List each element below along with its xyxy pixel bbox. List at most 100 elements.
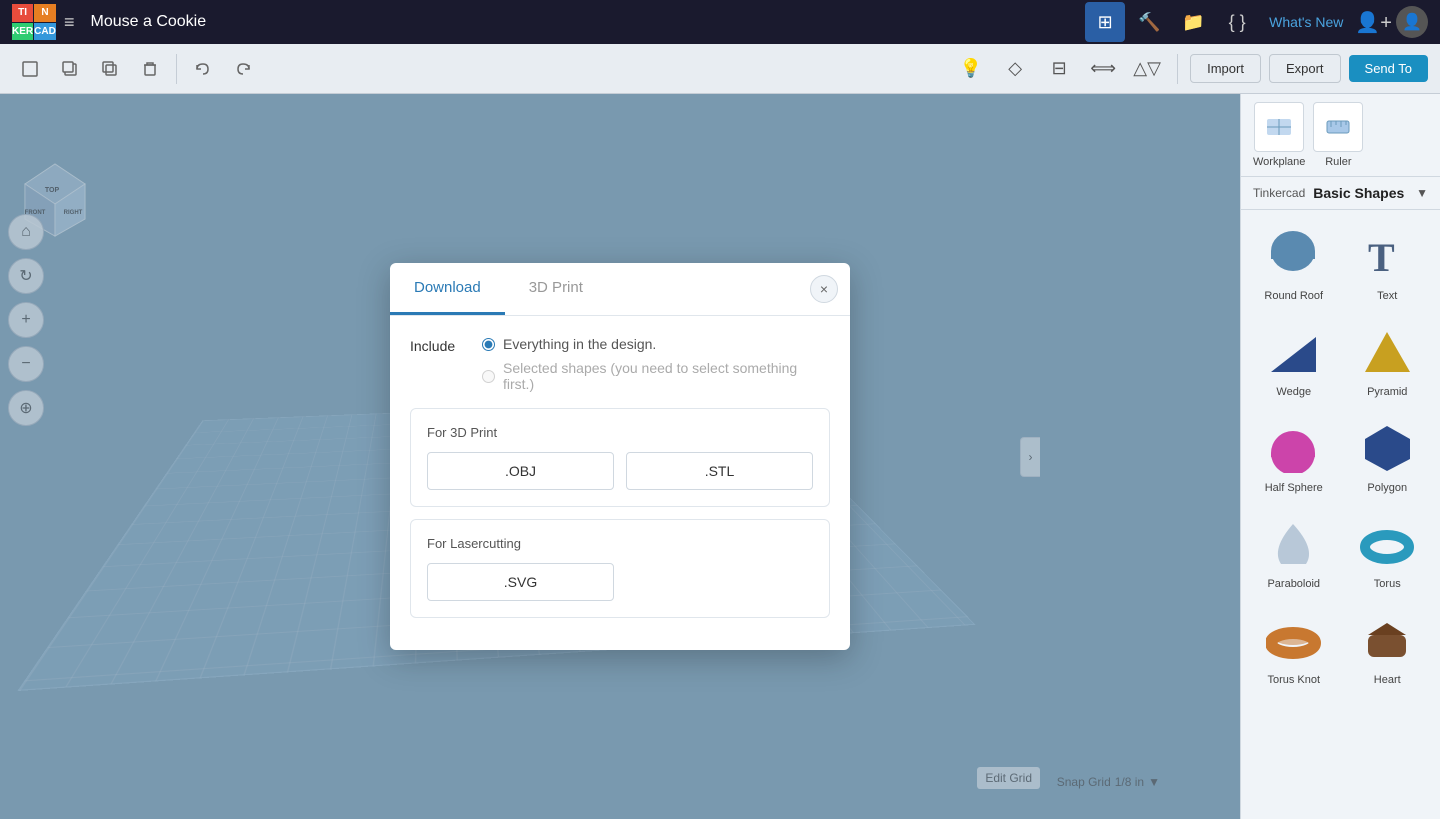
hammer-icon[interactable]: 🔨 xyxy=(1129,2,1169,42)
shape-text[interactable]: T Text xyxy=(1343,218,1433,310)
mirror-button[interactable]: ⟺ xyxy=(1085,51,1121,87)
radio-options: Everything in the design. Selected shape… xyxy=(482,336,830,392)
toolbar: 💡 ◇ ⊟ ⟺ △▽ Import Export Send To xyxy=(0,44,1440,94)
right-panel-header: Tinkercad Basic Shapes ▼ xyxy=(1241,177,1440,210)
grid-view-icon[interactable]: ⊞ xyxy=(1085,2,1125,42)
code-icon[interactable]: { } xyxy=(1217,2,1257,42)
logo-ker: KER xyxy=(12,23,33,41)
main-area: TOP FRONT RIGHT ⌂ ↻ + − ⊕ › Edit Grid Sn… xyxy=(0,94,1440,819)
export-button[interactable]: Export xyxy=(1269,54,1341,83)
3dprint-section: For 3D Print .OBJ .STL xyxy=(410,408,830,507)
round-roof-label: Round Roof xyxy=(1264,290,1323,302)
shape-10-label: Heart xyxy=(1374,674,1401,686)
polygon-icon xyxy=(1357,418,1417,478)
radio-selected xyxy=(482,370,495,383)
pyramid-label: Pyramid xyxy=(1367,386,1407,398)
dropdown-arrow-icon[interactable]: ▼ xyxy=(1416,186,1428,200)
copy-button[interactable] xyxy=(52,51,88,87)
shape-pyramid[interactable]: Pyramid xyxy=(1343,314,1433,406)
include-label: Include xyxy=(410,336,470,354)
shape-wedge[interactable]: Wedge xyxy=(1249,314,1339,406)
flip-button[interactable]: △▽ xyxy=(1129,51,1165,87)
polygon-label: Polygon xyxy=(1367,482,1407,494)
toolbar-separator xyxy=(176,54,177,84)
redo-button[interactable] xyxy=(225,51,261,87)
light-button[interactable]: 💡 xyxy=(953,51,989,87)
modal-body: Include Everything in the design. Select… xyxy=(390,316,850,650)
modal-header: Download 3D Print × xyxy=(390,263,850,316)
shape-10-icon xyxy=(1357,610,1417,670)
workplane-label: Workplane xyxy=(1253,156,1305,168)
svg-button[interactable]: .SVG xyxy=(427,563,614,601)
radio-everything[interactable] xyxy=(482,338,495,351)
shape-paraboloid[interactable]: Paraboloid xyxy=(1249,506,1339,598)
obj-button[interactable]: .OBJ xyxy=(427,452,614,490)
shape-library-label: Tinkercad xyxy=(1253,186,1305,200)
tinkercad-logo: TI N KER CAD xyxy=(12,4,48,40)
folder-icon[interactable]: 📁 xyxy=(1173,2,1213,42)
modal-close-button[interactable]: × xyxy=(810,275,838,303)
radio-everything-label[interactable]: Everything in the design. xyxy=(503,336,656,352)
round-roof-icon xyxy=(1264,226,1324,286)
wedge-icon xyxy=(1264,322,1324,382)
laser-btn-row: .SVG xyxy=(427,563,813,601)
shape-polygon[interactable]: Polygon xyxy=(1343,410,1433,502)
half-sphere-icon xyxy=(1264,418,1324,478)
shape-library-title[interactable]: Basic Shapes xyxy=(1313,185,1408,201)
ruler-icon xyxy=(1313,102,1363,152)
radio-selected-label: Selected shapes (you need to select some… xyxy=(503,360,830,392)
shape-9[interactable]: Torus Knot xyxy=(1249,602,1339,694)
tab-download[interactable]: Download xyxy=(390,263,505,315)
workplane-tool[interactable]: Workplane xyxy=(1253,102,1305,168)
shape-half-sphere[interactable]: Half Sphere xyxy=(1249,410,1339,502)
paraboloid-icon xyxy=(1264,514,1324,574)
text-label: Text xyxy=(1377,290,1397,302)
logo-ti: TI xyxy=(12,4,33,22)
svg-text:T: T xyxy=(1368,235,1395,280)
3dprint-section-title: For 3D Print xyxy=(427,425,813,440)
wedge-label: Wedge xyxy=(1276,386,1311,398)
modal-overlay: Download 3D Print × Include Everything i… xyxy=(0,94,1240,819)
3dprint-btn-row: .OBJ .STL xyxy=(427,452,813,490)
sendto-button[interactable]: Send To xyxy=(1349,55,1428,82)
laser-section: For Lasercutting .SVG xyxy=(410,519,830,618)
torus-icon xyxy=(1357,514,1417,574)
tab-3dprint[interactable]: 3D Print xyxy=(505,263,607,315)
shape-10[interactable]: Heart xyxy=(1343,602,1433,694)
shape-round-roof[interactable]: Round Roof xyxy=(1249,218,1339,310)
stl-button[interactable]: .STL xyxy=(626,452,813,490)
import-button[interactable]: Import xyxy=(1190,54,1261,83)
laser-section-title: For Lasercutting xyxy=(427,536,813,551)
shape-torus[interactable]: Torus xyxy=(1343,506,1433,598)
canvas-area[interactable]: TOP FRONT RIGHT ⌂ ↻ + − ⊕ › Edit Grid Sn… xyxy=(0,94,1240,819)
paraboloid-label: Paraboloid xyxy=(1267,578,1320,590)
right-tools: Workplane Ruler xyxy=(1241,94,1440,177)
hamburger-icon[interactable]: ≡ xyxy=(64,12,75,33)
text-shape-icon: T xyxy=(1357,226,1417,286)
undo-button[interactable] xyxy=(185,51,221,87)
shape-9-label: Torus Knot xyxy=(1267,674,1320,686)
shape-button[interactable]: ◇ xyxy=(997,51,1033,87)
snap-button[interactable]: ⊟ xyxy=(1041,51,1077,87)
radio-selected-row: Selected shapes (you need to select some… xyxy=(482,360,830,392)
avatar[interactable]: 👤 xyxy=(1396,6,1428,38)
shape-9-icon xyxy=(1264,610,1324,670)
toolbar-sep-2 xyxy=(1177,54,1178,84)
project-title: Mouse a Cookie xyxy=(91,13,1078,31)
ruler-label: Ruler xyxy=(1325,156,1351,168)
pyramid-icon xyxy=(1357,322,1417,382)
top-nav: TI N KER CAD ≡ Mouse a Cookie ⊞ 🔨 📁 { } … xyxy=(0,0,1440,44)
delete-button[interactable] xyxy=(132,51,168,87)
whats-new-button[interactable]: What's New xyxy=(1261,14,1351,30)
new-button[interactable] xyxy=(12,51,48,87)
download-modal: Download 3D Print × Include Everything i… xyxy=(390,263,850,650)
shapes-grid: Round Roof T Text Wedge xyxy=(1241,210,1440,702)
workplane-icon xyxy=(1254,102,1304,152)
add-person-icon[interactable]: 👤+ xyxy=(1355,10,1392,35)
duplicate-button[interactable] xyxy=(92,51,128,87)
logo-n: N xyxy=(34,4,56,22)
ruler-tool[interactable]: Ruler xyxy=(1313,102,1363,168)
logo-cad: CAD xyxy=(34,23,56,41)
include-row: Include Everything in the design. Select… xyxy=(410,336,830,392)
half-sphere-label: Half Sphere xyxy=(1265,482,1323,494)
